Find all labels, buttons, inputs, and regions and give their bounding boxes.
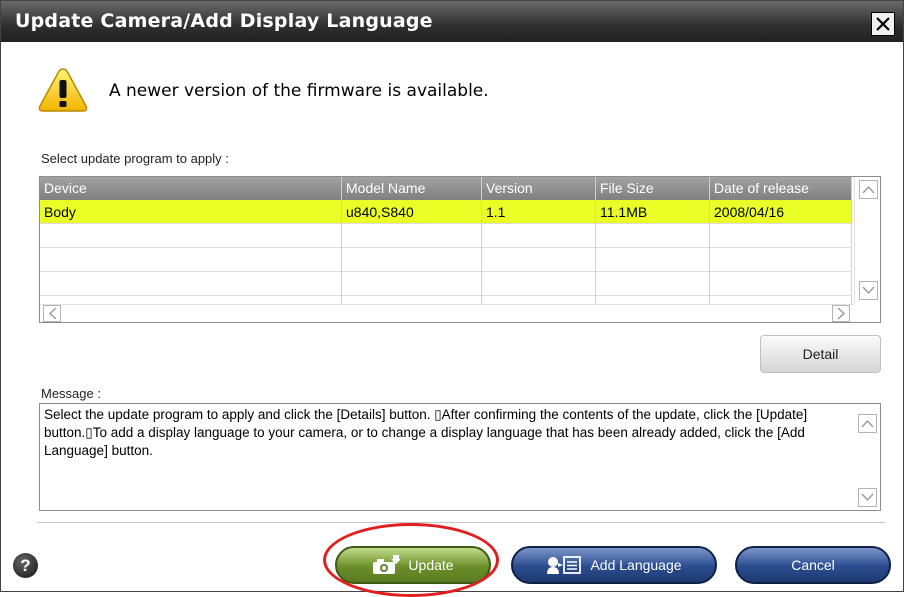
scroll-left-button[interactable] (43, 305, 61, 322)
chevron-left-icon (48, 307, 56, 320)
chevron-down-icon (861, 493, 874, 502)
add-language-button[interactable]: Add Language (511, 546, 717, 584)
column-header-model-name[interactable]: Model Name (342, 177, 482, 200)
cell-model-name: u840,S840 (342, 200, 482, 224)
table-row-empty (40, 248, 852, 272)
cell-date-of-release: 2008/04/16 (710, 200, 852, 224)
message-box[interactable]: Select the update program to apply and c… (39, 403, 881, 511)
scroll-up-button[interactable] (859, 180, 878, 199)
chevron-right-icon (837, 307, 845, 320)
column-header-file-size[interactable]: File Size (596, 177, 710, 200)
divider (37, 522, 885, 523)
message-label: Message : (41, 386, 101, 401)
chevron-down-icon (862, 286, 875, 295)
annotation-highlight-circle (323, 523, 499, 597)
scroll-down-button[interactable] (859, 281, 878, 300)
chevron-up-icon (861, 419, 874, 428)
cell-file-size: 11.1MB (596, 200, 710, 224)
add-language-button-label: Add Language (590, 557, 682, 573)
update-program-table: Device Model Name Version File Size Date… (39, 176, 881, 323)
firmware-notice: A newer version of the firmware is avail… (109, 81, 489, 101)
cancel-button[interactable]: Cancel (735, 546, 891, 584)
chevron-up-icon (862, 185, 875, 194)
column-header-version[interactable]: Version (482, 177, 596, 200)
cell-version: 1.1 (482, 200, 596, 224)
column-header-date-of-release[interactable]: Date of release (710, 177, 852, 200)
warning-icon (37, 66, 89, 119)
column-header-device[interactable]: Device (40, 177, 342, 200)
help-button[interactable]: ? (13, 553, 38, 578)
add-language-icon (546, 555, 582, 575)
select-program-label: Select update program to apply : (41, 151, 229, 166)
table-row[interactable]: Body u840,S840 1.1 11.1MB 2008/04/16 (40, 200, 852, 224)
detail-button[interactable]: Detail (760, 335, 881, 373)
table-row-empty (40, 272, 852, 296)
message-text: Select the update program to apply and c… (44, 407, 808, 458)
table-horizontal-scrollbar[interactable] (40, 304, 854, 322)
update-dialog: Update Camera/Add Display Language A new… (0, 0, 904, 597)
table-vertical-scrollbar[interactable] (854, 177, 880, 303)
message-scroll-down-button[interactable] (858, 488, 877, 507)
close-icon (876, 17, 890, 31)
cell-device: Body (40, 200, 342, 224)
table-row-empty (40, 224, 852, 248)
scroll-right-button[interactable] (832, 305, 850, 322)
close-button[interactable] (871, 12, 895, 36)
message-scroll-up-button[interactable] (858, 414, 877, 433)
table-row-empty (40, 296, 852, 304)
title-bar[interactable]: Update Camera/Add Display Language (1, 1, 903, 42)
window-title: Update Camera/Add Display Language (15, 10, 433, 32)
